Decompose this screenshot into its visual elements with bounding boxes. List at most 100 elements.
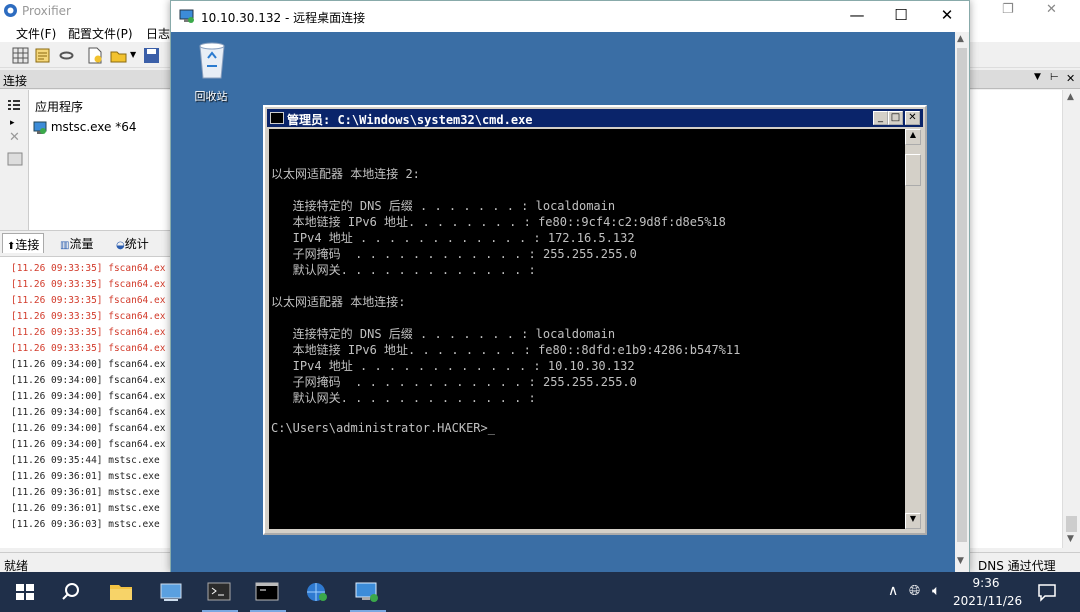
cmd-minimize-button[interactable]: _ [873, 111, 888, 125]
server-manager-icon[interactable] [156, 578, 186, 606]
scroll-down-arrow-icon[interactable]: ▼ [1067, 534, 1074, 544]
console-line: 子网掩码 . . . . . . . . . . . . : 255.255.2… [271, 247, 637, 261]
console-line: 本地链接 IPv6 地址. . . . . . . . : fe80::8dfd… [271, 343, 741, 357]
console-line: 本地链接 IPv6 地址. . . . . . . . : fe80::9cf4… [271, 215, 726, 229]
log-scrollbar-thumb[interactable] [1066, 516, 1077, 532]
toolbar-new-icon[interactable] [86, 47, 103, 64]
recycle-bin-label: 回收站 [194, 90, 228, 103]
console-line: C:\Users\administrator.HACKER>_ [271, 421, 495, 435]
statistics-tab-icon: ◒ [116, 240, 125, 251]
log-entry[interactable]: [11.26 09:34:00] fscan64.ex [11, 423, 165, 434]
proxifier-restore-button[interactable]: ❐ [1002, 2, 1014, 17]
tray-time[interactable]: 9:36 [953, 576, 1019, 590]
recycle-bin-shortcut[interactable]: 回收站 [189, 40, 233, 110]
cmd-maximize-button[interactable]: □ [888, 111, 903, 125]
toolbar-log-icon[interactable] [34, 47, 51, 64]
tray-overflow-chevron-icon[interactable]: ∧ [888, 583, 898, 599]
log-entry[interactable]: [11.26 09:36:01] mstsc.exe [11, 487, 160, 498]
log-entry[interactable]: [11.26 09:35:44] mstsc.exe [11, 455, 160, 466]
log-entry[interactable]: [11.26 09:33:35] fscan64.ex [11, 263, 165, 274]
tab-connections[interactable]: ⬆连接 [2, 233, 45, 253]
tab-traffic[interactable]: ▥流量 [56, 233, 97, 253]
volume-muted-icon[interactable]: 🔈︎ [932, 583, 940, 599]
proxifier-tabs: ⬆连接 ▥流量 ◒统计 [0, 230, 170, 254]
console-line: IPv4 地址 . . . . . . . . . . . . : 10.10.… [271, 359, 635, 373]
tray-date[interactable]: 2021/11/26 [953, 594, 1022, 608]
toolbar-link-icon[interactable] [58, 47, 75, 64]
scroll-up-arrow-icon[interactable]: ▲ [1067, 92, 1074, 102]
file-explorer-icon[interactable] [106, 578, 136, 606]
log-scrollbar[interactable]: ▲ ▼ [1062, 90, 1080, 548]
taskbar: ∧ 🌐︎ 🔈︎ 9:36 2021/11/26 [0, 572, 1080, 612]
application-row[interactable]: mstsc.exe *64 [33, 120, 137, 135]
menu-log[interactable]: 日志 [146, 25, 170, 42]
tab-statistics[interactable]: ◒统计 [112, 233, 153, 253]
console-line: 连接特定的 DNS 后缀 . . . . . . . : localdomain [271, 327, 616, 341]
pane-close-icon[interactable]: ✕ [1066, 72, 1075, 85]
rdp-scrollbar-thumb[interactable] [957, 48, 967, 542]
rdp-scrollbar[interactable]: ▲ ▼ [955, 32, 969, 572]
remote-desktop-icon[interactable] [352, 578, 382, 606]
log-entry[interactable]: [11.26 09:33:35] fscan64.ex [11, 311, 165, 322]
notification-center-icon[interactable] [1036, 582, 1058, 602]
rdp-close-button[interactable]: ✕ [937, 6, 957, 26]
tab-statistics-label: 统计 [124, 237, 149, 251]
expand-arrow-icon[interactable]: ▸ [10, 118, 15, 128]
log-pane: [11.26 09:33:35] fscan64.ex [11.26 09:33:… [0, 256, 172, 548]
cmd-scrollbar[interactable]: ▲ ▼ [905, 129, 921, 529]
powershell-icon[interactable] [204, 578, 234, 606]
proxifier-window-controls: ❐ ✕ [990, 0, 1080, 22]
applications-pane: 应用程序 mstsc.exe *64 [28, 90, 170, 230]
toolbar-save-icon[interactable] [143, 47, 160, 64]
cmd-scrollbar-thumb[interactable] [905, 154, 921, 186]
tab-connections-label: 连接 [15, 238, 40, 252]
menu-profile[interactable]: 配置文件(P) [68, 25, 133, 42]
toolbar-dropdown-icon[interactable]: ▼ [130, 50, 136, 59]
proxifier-close-button[interactable]: ✕ [1046, 2, 1057, 17]
windows-start-icon[interactable] [10, 578, 40, 606]
rdp-minimize-button[interactable]: — [847, 6, 867, 26]
toolbar-open-icon[interactable] [110, 47, 127, 64]
remote-desktop-area[interactable]: 回收站 管理员: C:\Windows\system32\cmd.exe _ □… [171, 32, 955, 572]
cmd-close-button[interactable]: ✕ [905, 111, 920, 125]
pane-dropdown-icon[interactable]: ▼ [1034, 72, 1041, 82]
log-entry[interactable]: [11.26 09:33:35] fscan64.ex [11, 343, 165, 354]
rdp-maximize-button[interactable]: ☐ [891, 6, 911, 26]
search-icon[interactable] [56, 578, 86, 606]
properties-icon[interactable] [7, 152, 23, 166]
log-entry[interactable]: [11.26 09:33:35] fscan64.ex [11, 295, 165, 306]
tab-traffic-label: 流量 [69, 237, 94, 251]
list-view-icon[interactable] [6, 98, 22, 114]
mstsc-app-icon [33, 121, 47, 134]
rdp-scroll-up-icon[interactable]: ▲ [957, 34, 964, 44]
console-line: 以太网适配器 本地连接: [271, 295, 406, 309]
console-line: 子网掩码 . . . . . . . . . . . . : 255.255.2… [271, 375, 637, 389]
log-entry[interactable]: [11.26 09:33:35] fscan64.ex [11, 279, 165, 290]
network-icon[interactable] [302, 578, 332, 606]
log-entry[interactable]: [11.26 09:34:00] fscan64.ex [11, 375, 165, 386]
cmd-console-output[interactable]: 以太网适配器 本地连接 2: 连接特定的 DNS 后缀 . . . . . . … [269, 129, 905, 529]
cmd-icon[interactable] [252, 578, 282, 606]
rdp-scroll-down-icon[interactable]: ▼ [957, 556, 964, 566]
log-entry[interactable]: [11.26 09:36:01] mstsc.exe [11, 503, 160, 514]
log-entry[interactable]: [11.26 09:34:00] fscan64.ex [11, 439, 165, 450]
log-entry[interactable]: [11.26 09:34:00] fscan64.ex [11, 391, 165, 402]
cmd-scroll-down-icon[interactable]: ▼ [905, 513, 921, 529]
language-globe-icon[interactable]: 🌐︎ [909, 583, 920, 599]
delete-icon[interactable]: ✕ [9, 130, 20, 145]
log-entry[interactable]: [11.26 09:36:01] mstsc.exe [11, 471, 160, 482]
pane-header-controls: ▼ ⊢ ✕ [1030, 72, 1080, 86]
toolbar-grid-icon[interactable] [12, 47, 29, 64]
menu-file[interactable]: 文件(F) [16, 25, 56, 42]
log-entry[interactable]: [11.26 09:36:03] mstsc.exe [11, 519, 160, 530]
cmd-window-icon [270, 112, 284, 124]
remote-desktop-window: 10.10.30.132 - 远程桌面连接 — ☐ ✕ 回收站 管理员: C:\… [170, 0, 970, 572]
log-entry[interactable]: [11.26 09:33:35] fscan64.ex [11, 327, 165, 338]
cmd-title: 管理员: C:\Windows\system32\cmd.exe [287, 113, 533, 127]
pane-pin-icon[interactable]: ⊢ [1050, 72, 1059, 83]
console-line: 连接特定的 DNS 后缀 . . . . . . . : localdomain [271, 199, 616, 213]
log-entry[interactable]: [11.26 09:34:00] fscan64.ex [11, 359, 165, 370]
cmd-scroll-up-icon[interactable]: ▲ [905, 129, 921, 145]
recycle-bin-icon [199, 42, 225, 79]
log-entry[interactable]: [11.26 09:34:00] fscan64.ex [11, 407, 165, 418]
